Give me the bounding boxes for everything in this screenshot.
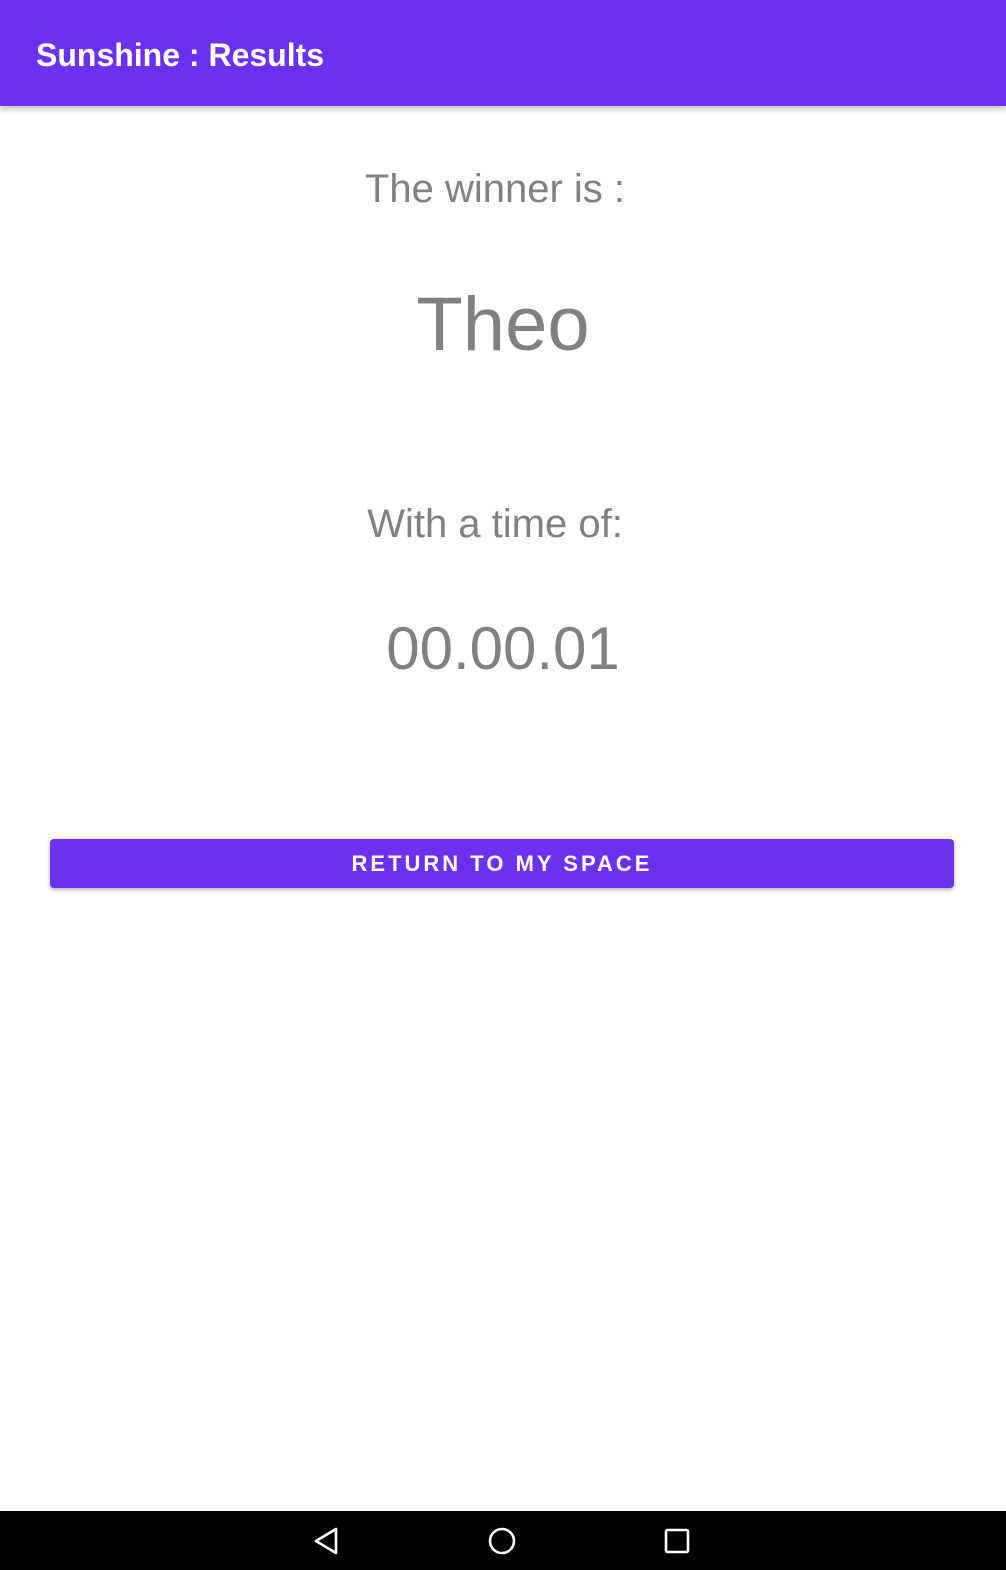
results-screen: Sunshine : Results The winner is : Theo … [0,0,1006,1570]
app-bar: Sunshine : Results [0,0,1006,106]
app-title: Sunshine : Results [36,37,325,73]
home-icon[interactable] [484,1523,520,1559]
return-to-my-space-button[interactable]: RETURN TO MY SPACE [50,839,954,888]
winner-label: The winner is : [364,167,626,211]
winner-name: Theo [416,282,590,367]
results-content: The winner is : Theo With a time of: 00.… [0,106,1006,1511]
back-icon[interactable] [310,1523,346,1559]
time-value: 00.00.01 [386,615,620,682]
recents-icon[interactable] [659,1523,695,1559]
system-navigation-bar [0,1511,1006,1570]
time-label: With a time of: [367,502,623,546]
